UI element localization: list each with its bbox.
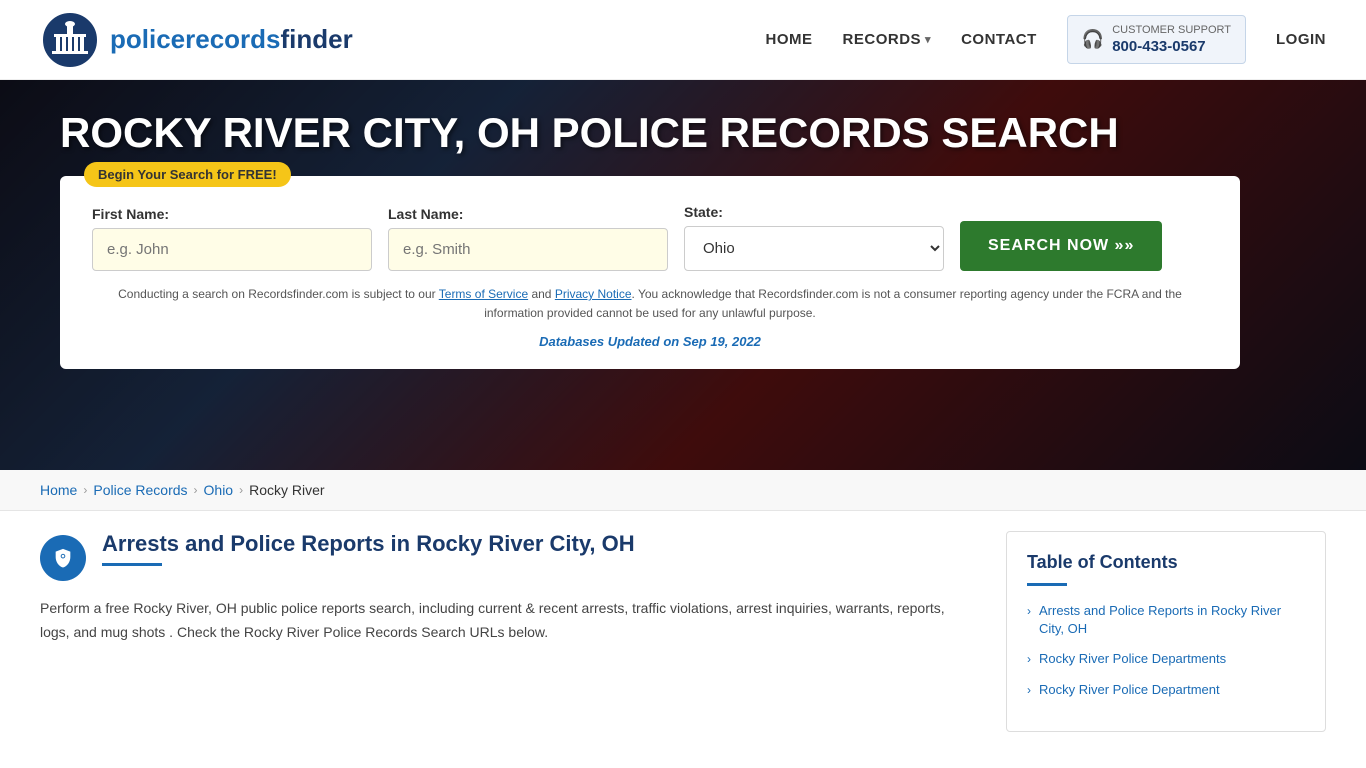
breadcrumb-sep-2: ›	[194, 483, 198, 497]
last-name-label: Last Name:	[388, 206, 668, 222]
article-body: Perform a free Rocky River, OH public po…	[40, 597, 976, 645]
nav-records[interactable]: RECORDS ▾	[843, 31, 932, 48]
content-left: Arrests and Police Reports in Rocky Rive…	[40, 531, 1006, 732]
toc-chevron-icon: ›	[1027, 604, 1031, 618]
support-phone[interactable]: 800-433-0567	[1112, 38, 1231, 55]
last-name-input[interactable]	[388, 228, 668, 271]
content-right: Table of Contents › Arrests and Police Re…	[1006, 531, 1326, 732]
search-fields: First Name: Last Name: State: Ohio SEARC…	[92, 204, 1208, 271]
toc-item[interactable]: › Rocky River Police Department	[1027, 681, 1305, 699]
badge-icon	[52, 547, 74, 569]
db-updated: Databases Updated on Sep 19, 2022	[92, 334, 1208, 349]
breadcrumb: Home › Police Records › Ohio › Rocky Riv…	[0, 470, 1366, 511]
breadcrumb-home[interactable]: Home	[40, 482, 77, 498]
state-group: State: Ohio	[684, 204, 944, 271]
article-icon	[40, 535, 86, 581]
main-nav: HOME RECORDS ▾ CONTACT 🎧 CUSTOMER SUPPOR…	[766, 15, 1326, 63]
hero-section: ROCKY RIVER CITY, OH POLICE RECORDS SEAR…	[0, 80, 1366, 470]
table-of-contents: Table of Contents › Arrests and Police Re…	[1006, 531, 1326, 732]
main-content: Arrests and Police Reports in Rocky Rive…	[0, 511, 1366, 752]
toc-chevron-icon: ›	[1027, 652, 1031, 666]
breadcrumb-sep-3: ›	[239, 483, 243, 497]
db-updated-label: Databases Updated on	[539, 334, 679, 349]
logo-icon	[40, 10, 100, 70]
article-title-underline	[102, 563, 162, 566]
article-title-wrap: Arrests and Police Reports in Rocky Rive…	[102, 531, 635, 566]
search-button[interactable]: SEARCH NOW »»	[960, 221, 1162, 271]
customer-support-box: 🎧 CUSTOMER SUPPORT 800-433-0567	[1067, 15, 1246, 63]
state-label: State:	[684, 204, 944, 220]
first-name-group: First Name:	[92, 206, 372, 271]
logo-text: policerecordsfinder	[110, 24, 353, 55]
toc-items: › Arrests and Police Reports in Rocky Riv…	[1027, 602, 1305, 699]
nav-login[interactable]: LOGIN	[1276, 31, 1326, 48]
last-name-group: Last Name:	[388, 206, 668, 271]
toc-title: Table of Contents	[1027, 552, 1305, 573]
breadcrumb-police-records[interactable]: Police Records	[93, 482, 187, 498]
first-name-input[interactable]	[92, 228, 372, 271]
toc-item[interactable]: › Rocky River Police Departments	[1027, 650, 1305, 668]
breadcrumb-ohio[interactable]: Ohio	[204, 482, 234, 498]
chevron-down-icon: ▾	[925, 33, 931, 46]
hero-title: ROCKY RIVER CITY, OH POLICE RECORDS SEAR…	[60, 110, 1119, 156]
headset-icon: 🎧	[1082, 29, 1104, 50]
toc-divider	[1027, 583, 1067, 586]
toc-chevron-icon: ›	[1027, 683, 1031, 697]
free-badge: Begin Your Search for FREE!	[84, 162, 291, 187]
article-title: Arrests and Police Reports in Rocky Rive…	[102, 531, 635, 557]
toc-link[interactable]: Rocky River Police Departments	[1039, 650, 1226, 668]
privacy-link[interactable]: Privacy Notice	[555, 287, 632, 301]
article-header: Arrests and Police Reports in Rocky Rive…	[40, 531, 976, 581]
search-box: Begin Your Search for FREE! First Name: …	[60, 176, 1240, 368]
breadcrumb-current: Rocky River	[249, 482, 324, 498]
state-select[interactable]: Ohio	[684, 226, 944, 271]
toc-link[interactable]: Rocky River Police Department	[1039, 681, 1220, 699]
nav-home[interactable]: HOME	[766, 31, 813, 48]
site-header: policerecordsfinder HOME RECORDS ▾ CONTA…	[0, 0, 1366, 80]
db-updated-date: Sep 19, 2022	[683, 334, 761, 349]
nav-contact[interactable]: CONTACT	[961, 31, 1037, 48]
breadcrumb-sep-1: ›	[83, 483, 87, 497]
search-disclaimer: Conducting a search on Recordsfinder.com…	[92, 285, 1208, 323]
tos-link[interactable]: Terms of Service	[439, 287, 528, 301]
first-name-label: First Name:	[92, 206, 372, 222]
toc-link[interactable]: Arrests and Police Reports in Rocky Rive…	[1039, 602, 1305, 638]
toc-item[interactable]: › Arrests and Police Reports in Rocky Riv…	[1027, 602, 1305, 638]
logo[interactable]: policerecordsfinder	[40, 10, 353, 70]
support-label: CUSTOMER SUPPORT	[1112, 24, 1231, 37]
